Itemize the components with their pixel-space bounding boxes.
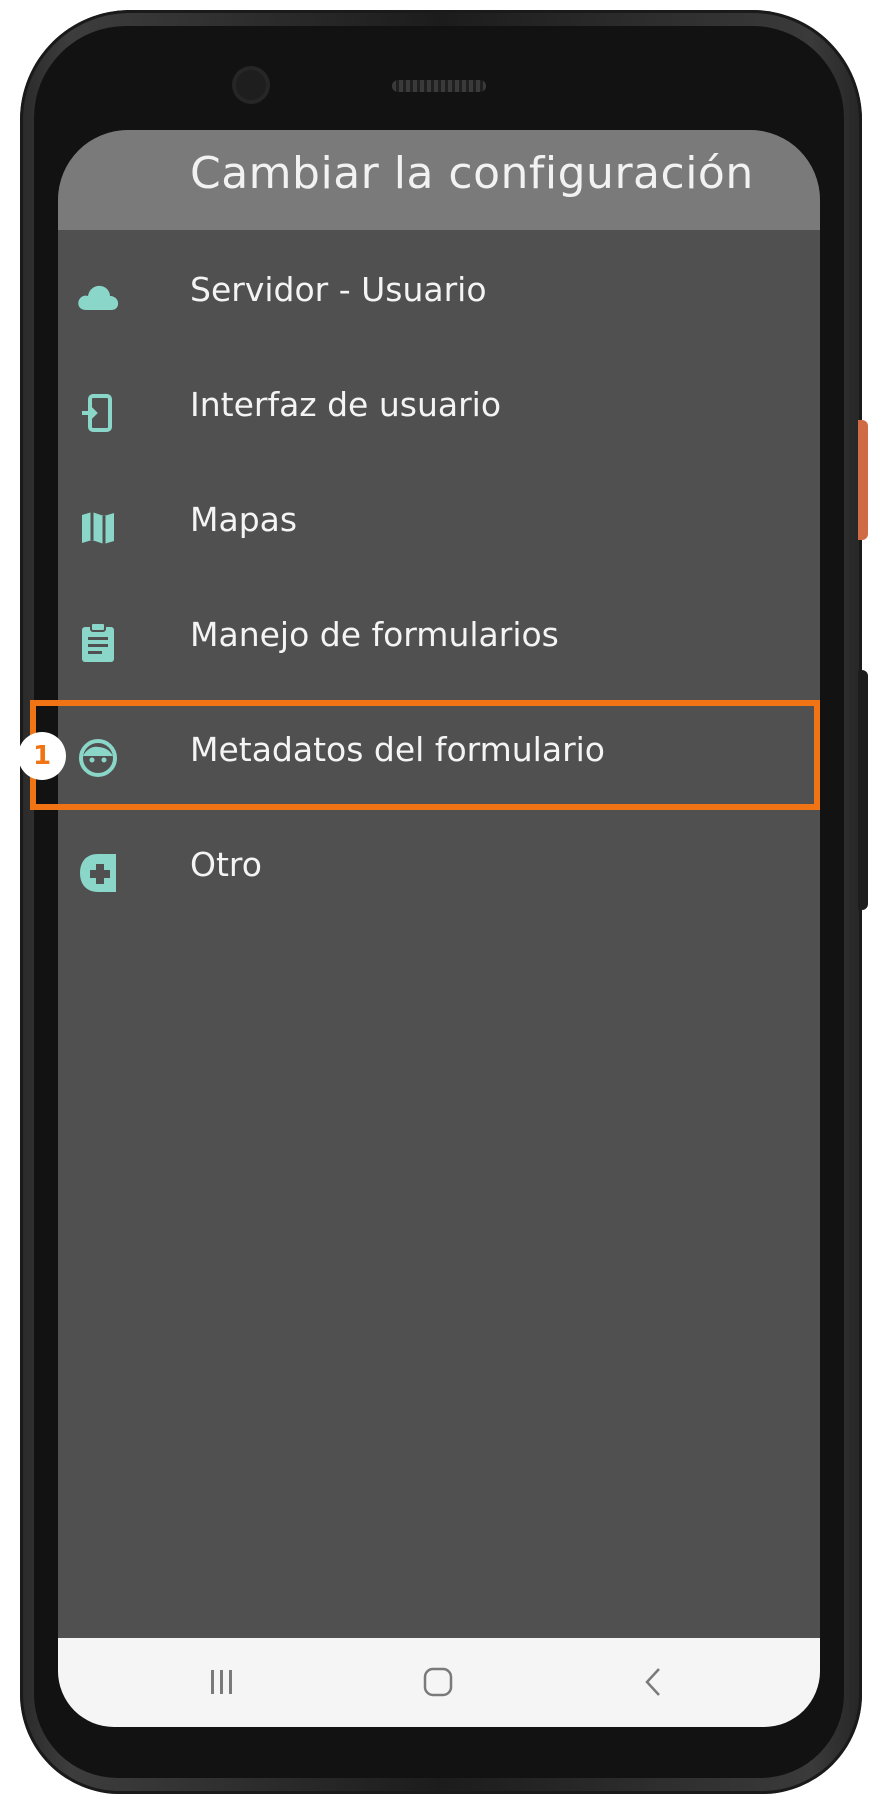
menu-item-interfaz-usuario[interactable]: Interfaz de usuario — [58, 361, 820, 461]
medical-plus-icon — [76, 851, 120, 895]
home-icon[interactable] — [408, 1654, 468, 1710]
earpiece-speaker — [392, 80, 486, 92]
settings-header: Cambiar la configuración — [58, 130, 820, 230]
recents-icon[interactable] — [192, 1654, 252, 1710]
clipboard-icon — [76, 621, 120, 665]
user-interface-icon — [76, 391, 120, 435]
volume-button — [858, 670, 868, 910]
menu-item-manejo-formularios[interactable]: Manejo de formularios — [58, 591, 820, 691]
page-title: Cambiar la configuración — [190, 148, 754, 199]
menu-item-label: Manejo de formularios — [190, 615, 559, 654]
system-navigation-bar — [58, 1638, 820, 1727]
highlight-box — [30, 700, 820, 810]
menu-item-label: Servidor - Usuario — [190, 270, 487, 309]
menu-item-mapas[interactable]: Mapas — [58, 476, 820, 576]
step-badge: 1 — [18, 732, 66, 780]
menu-item-label: Interfaz de usuario — [190, 385, 502, 424]
menu-item-label: Otro — [190, 845, 262, 884]
menu-item-otro[interactable]: Otro — [58, 821, 820, 921]
power-button — [858, 420, 868, 540]
cloud-icon — [76, 276, 120, 320]
menu-item-label: Mapas — [190, 500, 298, 539]
back-icon[interactable] — [624, 1654, 684, 1710]
front-camera-icon — [236, 70, 266, 100]
device-screen: Cambiar la configuración Servidor - Usua… — [58, 130, 820, 1727]
menu-item-servidor-usuario[interactable]: Servidor - Usuario — [58, 246, 820, 346]
map-icon — [76, 506, 120, 550]
